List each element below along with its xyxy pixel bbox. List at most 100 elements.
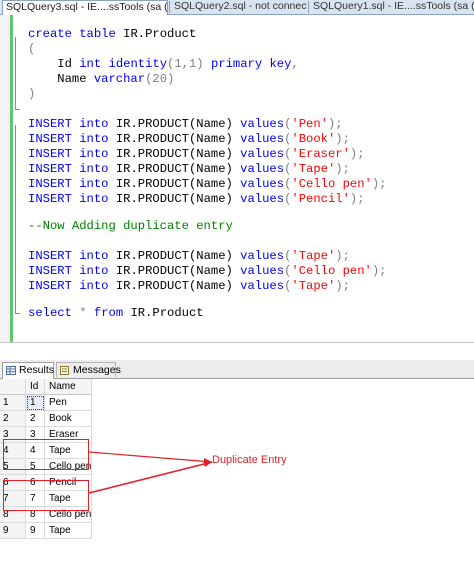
paren-semicolon: );	[349, 192, 365, 206]
paren-semicolon: );	[335, 249, 350, 263]
paren-semicolon: );	[335, 279, 350, 293]
table-row[interactable]: 1 1 Pen	[0, 394, 93, 411]
kw-insert: INSERT	[28, 264, 72, 278]
insert-block: INSERT into IR.PRODUCT(Name) values('Pen…	[28, 117, 386, 207]
pane-splitter[interactable]	[0, 342, 474, 361]
table-ref: IR.PRODUCT(Name)	[115, 279, 233, 293]
row-number[interactable]: 2	[0, 410, 26, 427]
string-literal: 'Tape'	[291, 162, 336, 176]
kw-values: values	[240, 192, 285, 206]
document-tab-strip: SQLQuery3.sql - IE....ssTools (sa (58))*…	[0, 0, 474, 15]
insert-statement: INSERT into IR.PRODUCT(Name) values('Pen…	[28, 117, 343, 131]
kw-from: from	[93, 306, 124, 320]
cell-name[interactable]: Tape	[44, 522, 93, 539]
row-header-corner	[0, 379, 26, 395]
kw-insert: INSERT	[28, 279, 72, 293]
kw-into: into	[79, 249, 109, 263]
editor-gutter	[0, 15, 10, 342]
outline-line	[15, 125, 16, 313]
insert-statement: INSERT into IR.PRODUCT(Name) values('Cel…	[28, 177, 386, 191]
table-row[interactable]: 2 2 Book	[0, 410, 93, 427]
string-literal: 'Tape'	[291, 249, 336, 263]
row-number[interactable]: 9	[0, 522, 26, 539]
column-header-name[interactable]: Name	[44, 379, 93, 395]
select-line: select * from IR.Product	[28, 306, 204, 321]
outline-end	[15, 109, 20, 110]
kw-insert: INSERT	[28, 192, 72, 206]
kw-int: int	[79, 57, 102, 71]
grid-header-row: Id Name	[0, 379, 93, 395]
cell-name[interactable]: Book	[44, 410, 93, 427]
insert-statement: INSERT into IR.PRODUCT(Name) values('Tap…	[28, 162, 350, 176]
tab-results[interactable]: Results	[2, 362, 54, 379]
kw-values: values	[240, 162, 285, 176]
tab-divider	[169, 1, 170, 13]
tab-messages[interactable]: Messages	[56, 362, 121, 377]
kw-insert: INSERT	[28, 132, 72, 146]
kw-insert: INSERT	[28, 249, 72, 263]
string-literal: 'Cello pen'	[291, 264, 372, 278]
cell-id[interactable]: 1	[25, 394, 45, 411]
cell-name[interactable]: Pen	[44, 394, 93, 411]
string-literal: 'Eraser'	[291, 147, 350, 161]
results-tab-bar: Results Messages	[0, 360, 474, 379]
string-literal: 'Tape'	[291, 279, 336, 293]
outline-line	[15, 37, 16, 109]
kw-varchar: varchar	[93, 72, 146, 86]
kw-into: into	[79, 177, 109, 191]
cell-id[interactable]: 2	[25, 410, 45, 427]
highlight-box-original	[3, 439, 89, 470]
comma: ,	[291, 57, 299, 71]
kw-values: values	[240, 117, 285, 131]
string-literal: 'Cello pen'	[291, 177, 372, 191]
select-table: IR.Product	[130, 306, 204, 320]
table-name: IR.Product	[123, 27, 197, 41]
tab-sqlquery3[interactable]: SQLQuery3.sql - IE....ssTools (sa (58))*	[2, 0, 168, 15]
outline-end	[15, 313, 20, 314]
column-header-id[interactable]: Id	[25, 379, 45, 395]
insert-statement: INSERT into IR.PRODUCT(Name) values('Tap…	[28, 249, 350, 263]
comment-text: --Now Adding duplicate entry	[28, 219, 233, 233]
kw-values: values	[240, 279, 285, 293]
paren-semicolon: );	[327, 117, 343, 131]
tab-sqlquery2[interactable]: SQLQuery2.sql - not connected	[171, 0, 307, 13]
kw-into: into	[79, 117, 109, 131]
table-ref: IR.PRODUCT(Name)	[115, 162, 233, 176]
paren-semicolon: );	[335, 132, 350, 146]
kw-insert: INSERT	[28, 162, 72, 176]
string-literal: 'Book'	[291, 132, 336, 146]
table-ref: IR.PRODUCT(Name)	[115, 264, 233, 278]
string-literal: 'Pencil'	[291, 192, 350, 206]
col-name: Name	[57, 72, 87, 86]
kw-into: into	[79, 132, 109, 146]
kw-into: into	[79, 147, 109, 161]
kw-into: into	[79, 279, 109, 293]
insert-statement: INSERT into IR.PRODUCT(Name) values('Era…	[28, 147, 365, 161]
cell-id[interactable]: 9	[25, 522, 45, 539]
table-ref: IR.PRODUCT(Name)	[115, 177, 233, 191]
table-ref: IR.PRODUCT(Name)	[115, 147, 233, 161]
row-number[interactable]: 1	[0, 394, 26, 411]
paren-semicolon: );	[349, 147, 365, 161]
kw-values: values	[240, 147, 285, 161]
query-editor[interactable]: create table IR.Product ( Id int identit…	[0, 15, 474, 342]
kw-table: table	[79, 27, 116, 41]
tab-messages-label: Messages	[73, 364, 121, 376]
table-row[interactable]: 9 9 Tape	[0, 522, 93, 539]
tab-sqlquery1[interactable]: SQLQuery1.sql - IE....ssTools (sa (56))*	[310, 0, 474, 13]
duplicate-insert-block: INSERT into IR.PRODUCT(Name) values('Tap…	[28, 249, 386, 294]
table-ref: IR.PRODUCT(Name)	[115, 249, 233, 263]
col-id: Id	[57, 57, 72, 71]
kw-primary: primary	[210, 57, 263, 71]
open-paren: (	[28, 42, 36, 56]
table-ref: IR.PRODUCT(Name)	[115, 117, 233, 131]
varchar-size: (20)	[145, 72, 175, 86]
table-ref: IR.PRODUCT(Name)	[115, 132, 233, 146]
kw-values: values	[240, 177, 285, 191]
table-ref: IR.PRODUCT(Name)	[115, 192, 233, 206]
identity-args: (1,1)	[167, 57, 204, 71]
paren-semicolon: );	[335, 162, 350, 176]
insert-statement: INSERT into IR.PRODUCT(Name) values('Cel…	[28, 264, 386, 278]
kw-into: into	[79, 162, 109, 176]
kw-values: values	[240, 249, 285, 263]
